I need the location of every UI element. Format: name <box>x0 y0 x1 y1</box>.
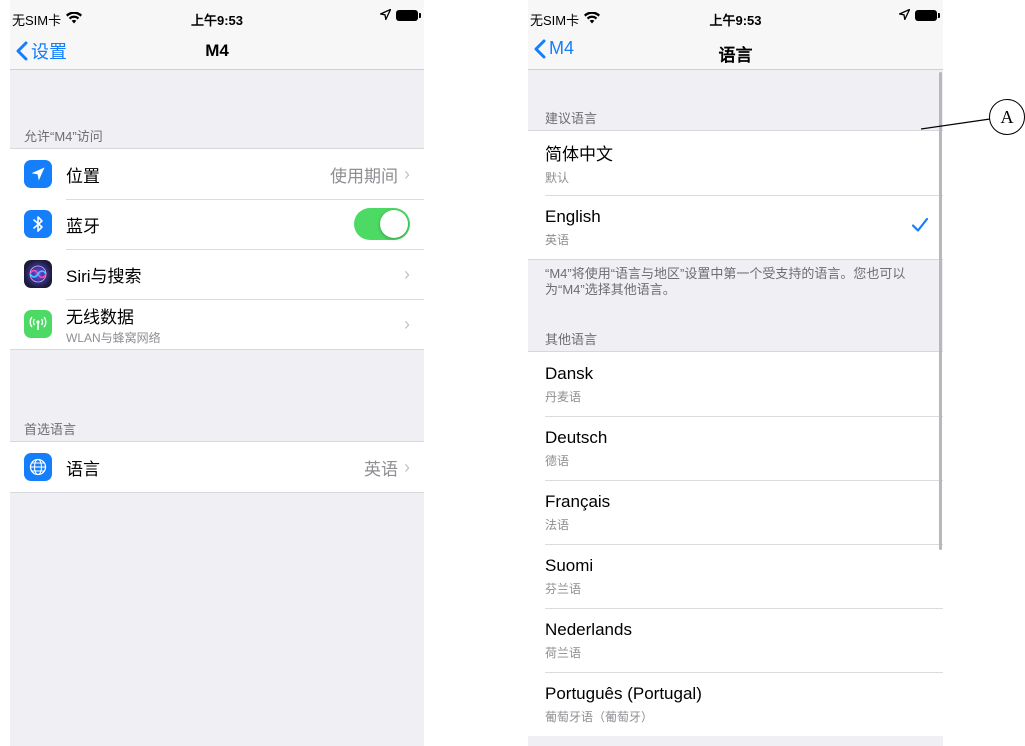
language-name: Dansk <box>545 363 594 383</box>
location-arrow-icon <box>24 160 52 188</box>
annotation-label-a: A <box>989 99 1025 135</box>
language-native-name: 默认 <box>545 171 570 185</box>
location-services-icon <box>379 8 392 23</box>
antenna-icon <box>24 310 52 338</box>
toggle-knob <box>380 210 408 238</box>
section-header-language: 首选语言 <box>24 422 77 437</box>
section-header-access: 允许“M4”访问 <box>24 129 103 144</box>
row-label: 语言 <box>66 459 100 479</box>
language-native-name: 荷兰语 <box>545 645 582 660</box>
bluetooth-toggle[interactable] <box>354 208 410 240</box>
globe-icon <box>24 453 52 481</box>
language-option[interactable]: 简体中文 默认 <box>528 131 943 195</box>
page-title: 语言 <box>718 46 753 65</box>
language-native-name: 丹麦语 <box>545 389 582 404</box>
siri-icon <box>24 260 52 288</box>
language-group: 语言 英语 › <box>10 441 424 493</box>
permissions-group: 位置 使用期间 › 蓝牙 Siri与搜索 › 无线数据 WLAN与蜂窝网络 › <box>10 148 424 350</box>
language-name: Nederlands <box>545 619 632 639</box>
row-bluetooth: 蓝牙 <box>10 199 424 249</box>
language-native-name: 德语 <box>545 453 570 468</box>
chevron-right-icon: › <box>404 313 410 334</box>
chevron-right-icon: › <box>404 456 410 477</box>
chevron-right-icon: › <box>404 163 410 184</box>
clock: 上午9:53 <box>190 13 244 28</box>
clock: 上午9:53 <box>709 13 762 28</box>
status-bar: 无SIM卡 上午9:53 <box>10 0 424 30</box>
language-name: Português (Portugal) <box>545 683 702 703</box>
section-header-other: 其他语言 <box>545 332 598 347</box>
language-native-name: 葡萄牙语（葡萄牙） <box>545 709 654 724</box>
row-label: 无线数据 <box>66 307 134 327</box>
row-label: 蓝牙 <box>66 216 100 236</box>
language-option[interactable]: Français 法语 <box>528 480 943 544</box>
status-bar: 无SIM卡 上午9:53 <box>528 0 943 30</box>
other-languages-group: Dansk 丹麦语 Deutsch 德语 Français 法语 Suomi 芬… <box>528 351 943 736</box>
language-option[interactable]: Suomi 芬兰语 <box>528 544 943 608</box>
language-option[interactable]: Português (Portugal) 葡萄牙语（葡萄牙） <box>528 672 943 736</box>
language-option-selected[interactable]: English 英语 <box>528 195 943 259</box>
callout-line <box>921 118 991 130</box>
language-name: 简体中文 <box>545 145 613 164</box>
navigation-bar: 设置 M4 <box>10 30 424 70</box>
suggested-languages-group: 简体中文 默认 English 英语 <box>528 130 943 260</box>
language-native-name: 芬兰语 <box>545 581 582 596</box>
language-option[interactable]: Dansk 丹麦语 <box>528 352 943 416</box>
checkmark-icon <box>911 217 929 232</box>
chevron-right-icon: › <box>404 263 410 284</box>
language-name: Suomi <box>545 555 594 575</box>
language-screen: 无SIM卡 上午9:53 M4 语言 建议语言 简体中文 默认 English … <box>528 0 943 746</box>
language-name: English <box>545 206 601 226</box>
bluetooth-icon <box>24 210 52 238</box>
scrollbar[interactable] <box>939 72 942 550</box>
row-location[interactable]: 位置 使用期间 › <box>10 149 424 199</box>
battery-icon <box>396 10 421 21</box>
row-language[interactable]: 语言 英语 › <box>10 442 424 492</box>
row-label: 位置 <box>66 166 100 186</box>
row-subtitle: WLAN与蜂窝网络 <box>66 330 161 345</box>
language-option[interactable]: Nederlands 荷兰语 <box>528 608 943 672</box>
language-name: Deutsch <box>545 427 608 447</box>
section-header-suggested: 建议语言 <box>545 111 598 126</box>
navigation-bar: M4 语言 <box>528 30 943 70</box>
page-title: M4 <box>205 41 229 60</box>
language-name: Français <box>545 491 611 511</box>
location-services-icon <box>898 8 911 23</box>
row-value: 使用期间 <box>330 166 398 186</box>
settings-screen: 无SIM卡 上午9:53 设置 M4 允许“M4”访问 位置 使用期间 › 蓝牙… <box>10 0 424 746</box>
row-label: Siri与搜索 <box>66 266 142 286</box>
row-siri[interactable]: Siri与搜索 › <box>10 249 424 299</box>
language-native-name: 英语 <box>545 232 570 247</box>
language-native-name: 法语 <box>545 517 570 532</box>
language-option[interactable]: Deutsch 德语 <box>528 416 943 480</box>
battery-icon <box>915 10 940 21</box>
status-right-group <box>379 8 421 23</box>
row-wireless-data[interactable]: 无线数据 WLAN与蜂窝网络 › <box>10 299 424 349</box>
language-note: “M4”将使用“语言与地区”设置中第一个受支持的语言。您也可以为“M4”选择其他… <box>545 266 906 297</box>
status-right-group <box>898 8 940 23</box>
row-value: 英语 <box>364 459 398 479</box>
